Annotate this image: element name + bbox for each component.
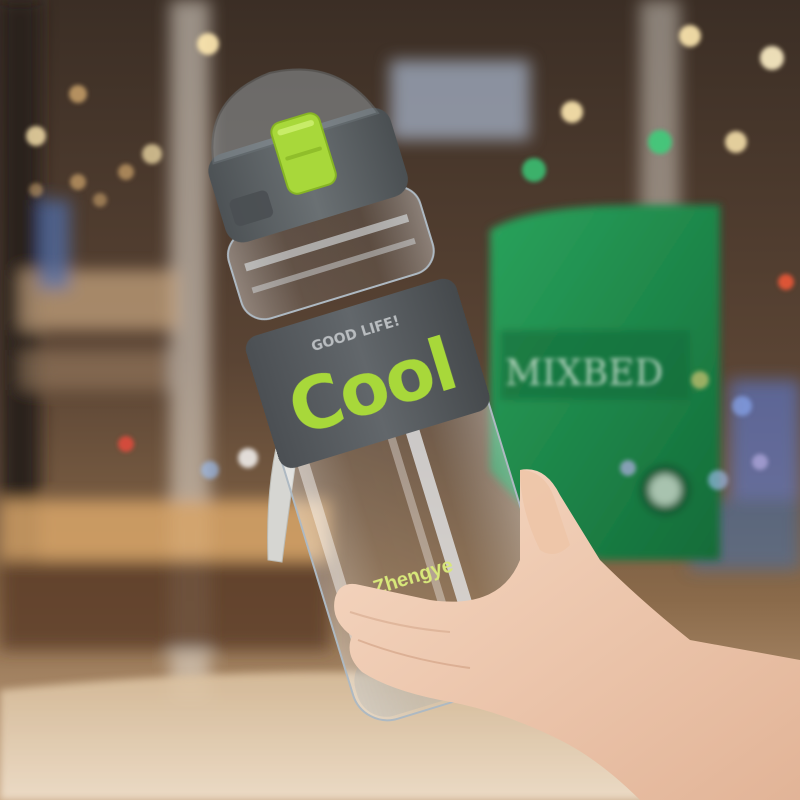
shop-sign-text: MIXBED (505, 353, 663, 394)
photo-scene: MIXBED GOOD LIFE! Cool Zhengye (0, 0, 800, 800)
photo-canvas: MIXBED GOOD LIFE! Cool Zhengye (0, 0, 800, 800)
